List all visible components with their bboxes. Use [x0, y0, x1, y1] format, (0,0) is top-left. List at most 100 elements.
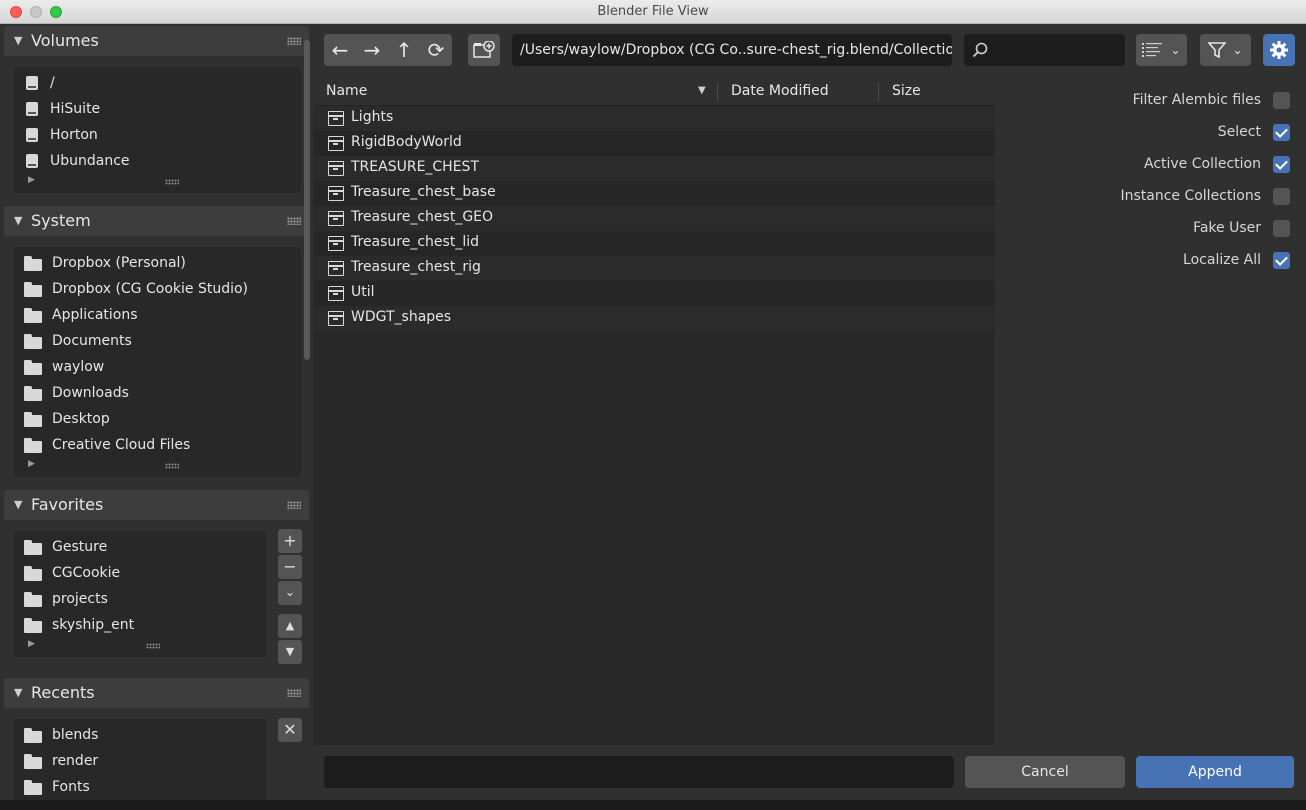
- favorite-item[interactable]: CGCookie: [24, 561, 120, 585]
- expand-list-icon[interactable]: ▶: [28, 639, 35, 649]
- fake-user-checkbox[interactable]: [1273, 219, 1290, 237]
- file-row[interactable]: Treasure_chest_base: [313, 181, 995, 206]
- folder-icon: [24, 411, 42, 427]
- recents-panel-header[interactable]: ▼ Recents: [4, 678, 309, 708]
- sort-descending-icon[interactable]: ▼: [698, 85, 706, 96]
- system-item[interactable]: waylow: [24, 355, 104, 379]
- system-panel-header[interactable]: ▼ System: [4, 206, 309, 236]
- active-collection-checkbox[interactable]: [1273, 155, 1290, 173]
- directory-path-input[interactable]: /Users/waylow/Dropbox (CG Co..sure-chest…: [512, 34, 952, 66]
- window-footer-strip: [0, 800, 1306, 810]
- list-resize-grip-icon[interactable]: [165, 463, 179, 469]
- expand-list-icon[interactable]: ▶: [28, 459, 35, 469]
- system-item[interactable]: Dropbox (Personal): [24, 251, 186, 275]
- remove-favorite-button[interactable]: −: [278, 555, 302, 579]
- folder-icon: [24, 333, 42, 349]
- file-row[interactable]: Treasure_chest_GEO: [313, 206, 995, 231]
- drag-grip-icon[interactable]: [287, 217, 301, 225]
- collection-icon: [328, 286, 344, 301]
- volume-item[interactable]: /: [24, 71, 55, 95]
- favorites-menu-chevron-down-icon[interactable]: ⌄: [278, 581, 302, 605]
- file-row[interactable]: TREASURE_CHEST: [313, 156, 995, 181]
- localize-all-option[interactable]: Localize All: [1183, 250, 1290, 270]
- new-folder-icon: [468, 34, 500, 66]
- file-row[interactable]: WDGT_shapes: [313, 306, 995, 331]
- refresh-icon[interactable]: ⟳: [420, 34, 452, 66]
- list-resize-grip-icon[interactable]: [165, 179, 179, 185]
- instance-collections-option[interactable]: Instance Collections: [1120, 186, 1290, 206]
- name-column-header[interactable]: Name: [326, 83, 367, 99]
- volume-item[interactable]: Horton: [24, 123, 98, 147]
- drive-icon: [24, 101, 40, 117]
- back-arrow-icon[interactable]: ←: [324, 34, 356, 66]
- drive-icon: [24, 75, 40, 91]
- filter-dropdown[interactable]: ⌄: [1200, 34, 1251, 66]
- filter-alembic-checkbox[interactable]: [1273, 91, 1290, 109]
- favorite-item[interactable]: skyship_ent: [24, 613, 134, 637]
- system-item[interactable]: Downloads: [24, 381, 129, 405]
- collection-icon: [328, 186, 344, 201]
- forward-arrow-icon[interactable]: →: [356, 34, 388, 66]
- append-button[interactable]: Append: [1136, 756, 1294, 788]
- drag-grip-icon[interactable]: [287, 37, 301, 45]
- fake-user-option[interactable]: Fake User: [1193, 218, 1290, 238]
- new-folder-button[interactable]: [468, 34, 500, 66]
- parent-directory-icon[interactable]: ↑: [388, 34, 420, 66]
- date-column-header[interactable]: Date Modified: [731, 83, 829, 99]
- navigation-group: ← → ↑ ⟳: [324, 34, 452, 66]
- folder-icon: [24, 255, 42, 271]
- recent-item[interactable]: Fonts: [24, 775, 90, 799]
- recents-list: blends render Fonts: [14, 719, 266, 800]
- collection-icon: [328, 136, 344, 151]
- select-option[interactable]: Select: [1218, 122, 1290, 142]
- file-row[interactable]: Treasure_chest_lid: [313, 231, 995, 256]
- volumes-panel-header[interactable]: ▼ Volumes: [4, 26, 309, 56]
- volume-item[interactable]: Ubundance: [24, 149, 130, 173]
- collection-icon: [328, 161, 344, 176]
- volume-item[interactable]: HiSuite: [24, 97, 100, 121]
- window-maximize-button[interactable]: [50, 6, 62, 18]
- bottom-bar: Cancel Append: [313, 745, 1306, 800]
- favorites-panel-header[interactable]: ▼ Favorites: [4, 490, 309, 520]
- system-item[interactable]: Applications: [24, 303, 138, 327]
- favorite-item[interactable]: projects: [24, 587, 108, 611]
- folder-icon: [24, 539, 42, 555]
- drag-grip-icon[interactable]: [287, 501, 301, 509]
- chevron-down-icon: ⌄: [1232, 43, 1243, 57]
- instance-collections-checkbox[interactable]: [1273, 187, 1290, 205]
- localize-all-checkbox[interactable]: [1273, 251, 1290, 269]
- expand-list-icon[interactable]: ▶: [28, 175, 35, 185]
- clear-recents-button[interactable]: ✕: [278, 718, 302, 742]
- file-row[interactable]: Treasure_chest_rig: [313, 256, 995, 281]
- move-up-button[interactable]: ▲: [278, 614, 302, 638]
- list-resize-grip-icon[interactable]: [146, 643, 160, 649]
- folder-icon: [24, 307, 42, 323]
- add-favorite-button[interactable]: +: [278, 529, 302, 553]
- system-item[interactable]: Creative Cloud Files: [24, 433, 190, 457]
- file-row[interactable]: Util: [313, 281, 995, 306]
- move-down-button[interactable]: ▼: [278, 640, 302, 664]
- drag-grip-icon[interactable]: [287, 689, 301, 697]
- window-close-button[interactable]: [10, 6, 22, 18]
- filter-alembic-option[interactable]: Filter Alembic files: [1133, 90, 1290, 110]
- system-item[interactable]: Dropbox (CG Cookie Studio): [24, 277, 248, 301]
- system-item[interactable]: Desktop: [24, 407, 110, 431]
- size-column-header[interactable]: Size: [892, 83, 921, 99]
- active-collection-option[interactable]: Active Collection: [1144, 154, 1290, 174]
- favorite-item[interactable]: Gesture: [24, 535, 107, 559]
- system-item[interactable]: Documents: [24, 329, 132, 353]
- file-row[interactable]: RigidBodyWorld: [313, 131, 995, 156]
- recent-item[interactable]: render: [24, 749, 98, 773]
- sidebar: ▼ Volumes / HiSuite Horton Ubundance ▶ ▼…: [0, 24, 313, 800]
- cancel-button[interactable]: Cancel: [965, 756, 1125, 788]
- sidebar-scrollbar[interactable]: [304, 40, 310, 360]
- display-mode-dropdown[interactable]: ⌄: [1136, 34, 1187, 66]
- settings-toggle-button[interactable]: [1263, 34, 1295, 66]
- search-input[interactable]: [964, 34, 1125, 66]
- filename-input[interactable]: [324, 756, 954, 788]
- recent-item[interactable]: blends: [24, 723, 98, 747]
- window-minimize-button[interactable]: [30, 6, 42, 18]
- select-checkbox[interactable]: [1273, 123, 1290, 141]
- volumes-title: Volumes: [31, 31, 99, 50]
- file-row[interactable]: Lights: [313, 106, 995, 131]
